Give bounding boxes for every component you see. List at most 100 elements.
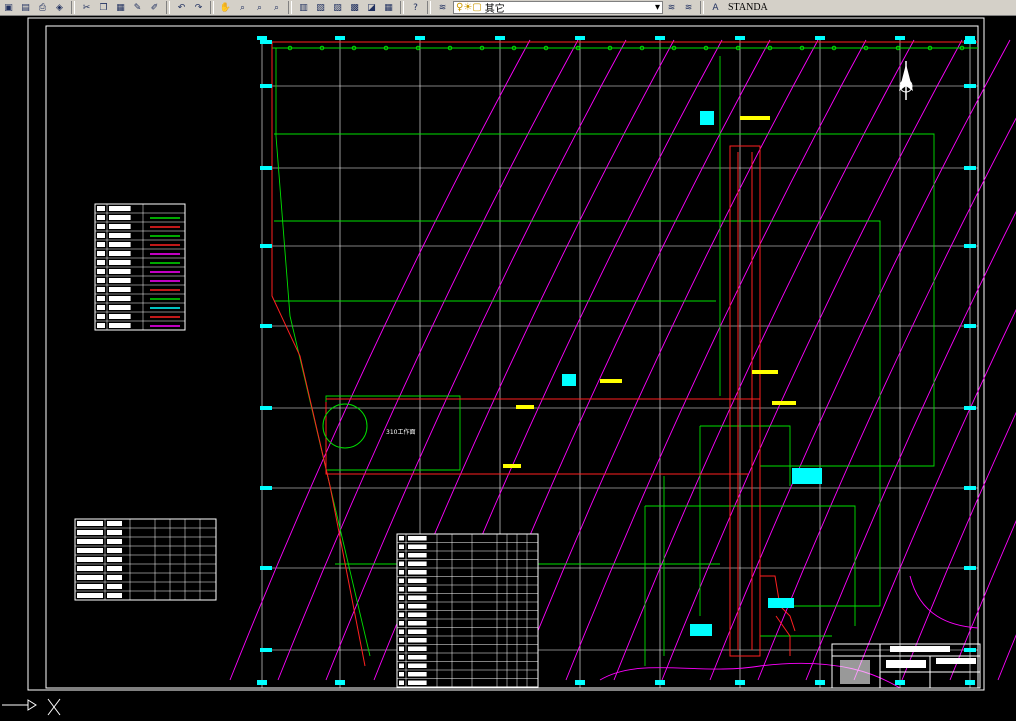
table-cell-text	[109, 287, 131, 292]
table-cell-text	[408, 672, 427, 677]
grid-tick	[964, 648, 976, 652]
table-cell-text	[109, 233, 131, 238]
help-icon[interactable]: ?	[408, 1, 423, 14]
table-cell-text	[109, 269, 131, 274]
table-cell-text	[408, 595, 427, 600]
grid-tick	[260, 244, 272, 248]
toolbar-separator	[288, 1, 292, 14]
grid-tick	[260, 406, 272, 410]
text-style-icon[interactable]: A	[708, 1, 723, 14]
north-arrow-icon	[899, 61, 913, 100]
table-cell-text	[109, 206, 131, 211]
command-line[interactable]	[0, 697, 1016, 717]
contour-line	[613, 39, 915, 681]
table-cell-text	[109, 224, 131, 229]
table-cell-text	[408, 680, 427, 685]
table-cell-text	[408, 638, 427, 643]
red-pipe	[729, 145, 761, 657]
layer-dropdown[interactable]: ♀☀▢ 其它 ▾	[453, 1, 663, 15]
grid-tick	[575, 36, 585, 40]
table-cell-text	[408, 587, 427, 592]
table-cell-text	[399, 604, 404, 609]
table-cell-text	[399, 646, 404, 651]
table-cell-text	[399, 655, 404, 660]
table-cell-text	[399, 621, 404, 626]
layer-name: 其它	[484, 4, 505, 15]
table-cell-text	[107, 593, 122, 598]
grid-tick	[895, 36, 905, 40]
table-cell-text	[408, 561, 427, 566]
grid-tick	[257, 680, 267, 685]
grid-tick	[260, 324, 272, 328]
tool-palettes-icon[interactable]: ▨	[330, 1, 345, 14]
cut-icon[interactable]: ✂	[79, 1, 94, 14]
table-cell-text	[399, 536, 404, 541]
grid-tick	[260, 166, 272, 170]
table-cell-text	[97, 269, 105, 274]
zoom-realtime-icon[interactable]: ⌕	[235, 1, 250, 14]
cyan-label	[562, 374, 576, 386]
properties-icon[interactable]: ▥	[296, 1, 311, 14]
brush-icon[interactable]: ✐	[147, 1, 162, 14]
table-cell-text	[399, 612, 404, 617]
undo-icon[interactable]: ↶	[174, 1, 189, 14]
calculator-icon[interactable]: ▦	[381, 1, 396, 14]
designcenter-icon[interactable]: ▧	[313, 1, 328, 14]
table-cell-text	[109, 323, 131, 328]
open-icon[interactable]: ▣	[1, 1, 16, 14]
make-current-layer-icon[interactable]: ≋	[664, 1, 679, 14]
contour-line	[853, 309, 1016, 681]
grid-tick	[495, 36, 505, 40]
toolbar-separator	[427, 1, 431, 14]
table-cell-text	[97, 224, 105, 229]
yellow-label	[772, 401, 796, 405]
grid-tick	[260, 566, 272, 570]
yellow-label	[516, 405, 534, 409]
green-pipe	[276, 133, 935, 467]
pipeline-green	[272, 45, 978, 666]
table-cell-text	[107, 539, 122, 544]
toolbar-separator	[71, 1, 75, 14]
yellow-label	[600, 379, 622, 383]
zoom-window-icon[interactable]: ⌕	[252, 1, 267, 14]
toolbar-separator	[210, 1, 214, 14]
table-cell-text	[107, 530, 122, 535]
grid-tick	[964, 40, 976, 44]
layer-manager-icon[interactable]: ≋	[435, 1, 450, 14]
grid-tick	[257, 36, 267, 40]
sheet-set-icon[interactable]: ▩	[347, 1, 362, 14]
table-cell-text	[97, 215, 105, 220]
markup-icon[interactable]: ◪	[364, 1, 379, 14]
zoom-previous-icon[interactable]: ⌕	[269, 1, 284, 14]
grid-tick	[655, 680, 665, 685]
grid-tick	[895, 680, 905, 685]
red-pipe	[271, 42, 366, 667]
grid-tick	[735, 680, 745, 685]
copy-icon[interactable]: ❐	[96, 1, 111, 14]
grid-tick	[735, 36, 745, 40]
save-icon[interactable]: ▤	[18, 1, 33, 14]
text-style-name[interactable]: STANDA	[728, 2, 768, 13]
table-cell-text	[97, 251, 105, 256]
grid-tick	[260, 648, 272, 652]
paste-icon[interactable]: ▦	[113, 1, 128, 14]
redo-icon[interactable]: ↷	[191, 1, 206, 14]
ucs-icon	[2, 698, 61, 716]
table-cell-text	[107, 557, 122, 562]
contour-line	[565, 39, 867, 681]
layer-previous-icon[interactable]: ≋	[681, 1, 696, 14]
publish-icon[interactable]: ◈	[52, 1, 67, 14]
table-cell-text	[109, 278, 131, 283]
table-cell-text	[97, 260, 105, 265]
match-properties-icon[interactable]: ✎	[130, 1, 145, 14]
pan-icon[interactable]: ✋	[218, 1, 233, 14]
table-cell-text	[107, 566, 122, 571]
grid-tick	[965, 680, 975, 685]
print-icon[interactable]: ⎙	[35, 1, 50, 14]
yellow-label	[752, 370, 778, 374]
table-cell-text	[399, 553, 404, 558]
table-cell-text	[77, 521, 103, 526]
coordinate-grid	[261, 40, 978, 688]
drawing-canvas[interactable]: 310工作面	[0, 16, 1016, 696]
table-cell-text	[77, 566, 103, 571]
